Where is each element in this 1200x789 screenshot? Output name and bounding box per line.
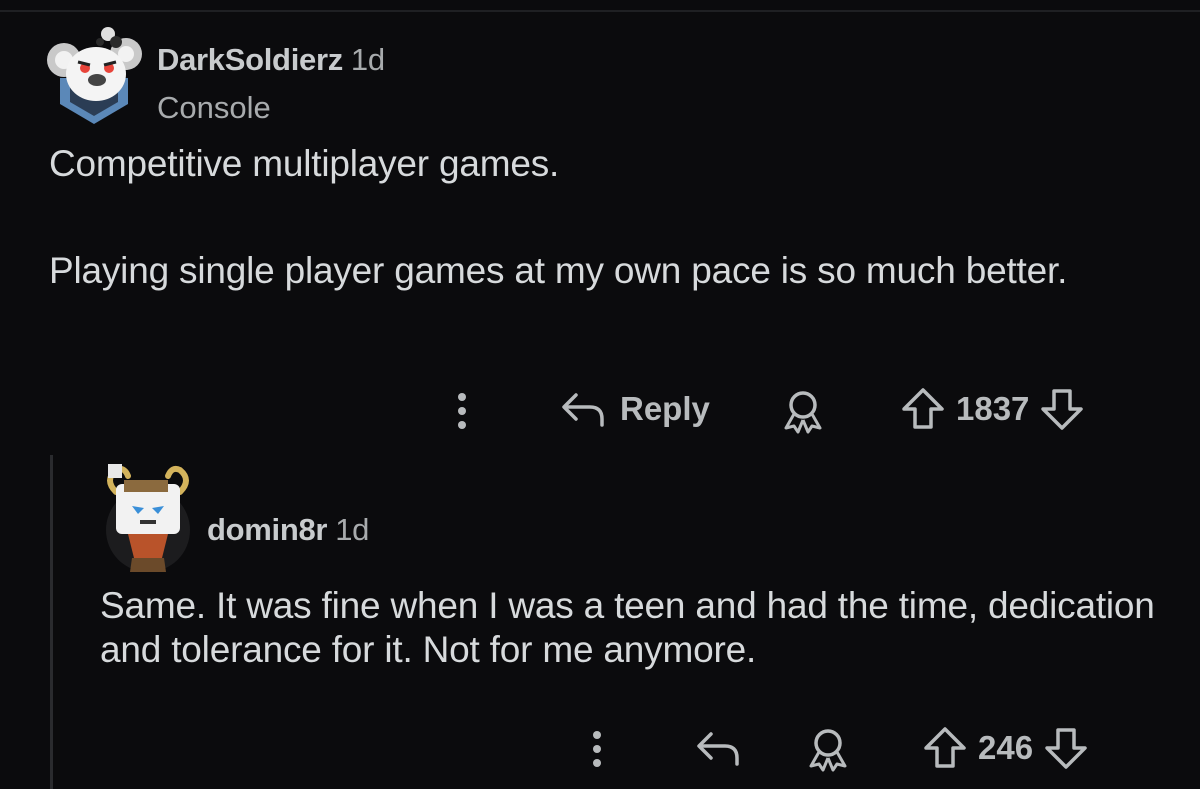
more-options-button[interactable] xyxy=(452,392,472,430)
reply-arrow-icon xyxy=(562,393,604,427)
award-button[interactable] xyxy=(805,726,851,772)
award-icon xyxy=(809,729,847,772)
vote-controls: 1837 xyxy=(900,386,1085,432)
award-button[interactable] xyxy=(780,388,826,434)
username[interactable]: domin8r 1d xyxy=(207,512,369,548)
koala-avatar-icon xyxy=(47,27,142,124)
user-avatar[interactable] xyxy=(102,458,194,574)
comment-paragraph: Playing single player games at my own pa… xyxy=(49,250,1068,291)
reply-button[interactable] xyxy=(695,728,741,768)
comment-body: Same. It was fine when I was a teen and … xyxy=(100,584,1180,672)
top-divider xyxy=(0,10,1200,12)
reply-label[interactable]: Reply xyxy=(620,390,710,428)
reply-arrow-icon xyxy=(697,732,739,766)
post-age: 1d xyxy=(335,512,370,547)
award-icon xyxy=(784,391,822,434)
upvote-button[interactable] xyxy=(922,725,968,771)
downvote-button[interactable] xyxy=(1043,725,1089,771)
post-age: 1d xyxy=(350,42,385,77)
vote-score: 1837 xyxy=(956,390,1030,427)
horned-robot-avatar-icon xyxy=(106,464,190,572)
username-text[interactable]: domin8r xyxy=(207,512,328,547)
user-flair: Console xyxy=(157,90,271,125)
more-options-button[interactable] xyxy=(587,730,607,768)
username[interactable]: DarkSoldierz 1d xyxy=(157,42,385,78)
comment-paragraph: Competitive multiplayer games. xyxy=(49,143,560,184)
user-avatar[interactable] xyxy=(46,24,142,128)
more-vertical-icon xyxy=(593,731,601,767)
comment-body: Competitive multiplayer games. Playing s… xyxy=(49,142,1159,293)
reply-button[interactable]: Reply xyxy=(560,389,710,429)
thread-line[interactable] xyxy=(50,455,53,789)
more-vertical-icon xyxy=(458,393,466,429)
vote-controls: 246 xyxy=(922,725,1089,771)
downvote-arrow-icon xyxy=(1041,389,1084,430)
comment-paragraph: Same. It was fine when I was a teen and … xyxy=(100,585,1155,670)
downvote-button[interactable] xyxy=(1039,386,1085,432)
upvote-arrow-icon xyxy=(902,388,944,429)
vote-score: 246 xyxy=(978,729,1034,766)
username-text[interactable]: DarkSoldierz xyxy=(157,42,343,77)
upvote-arrow-icon xyxy=(924,727,966,768)
downvote-arrow-icon xyxy=(1045,728,1087,769)
upvote-button[interactable] xyxy=(900,386,946,432)
